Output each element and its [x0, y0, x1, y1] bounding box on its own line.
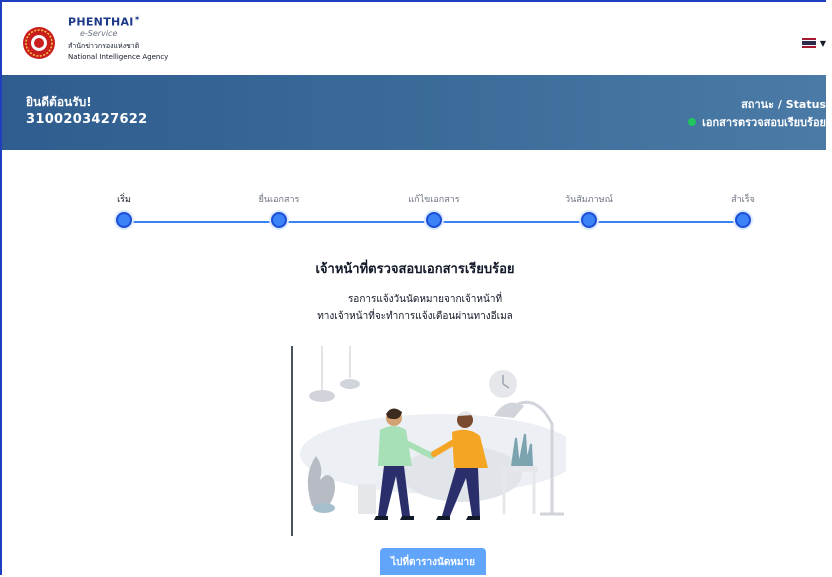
step-dot-icon	[581, 212, 597, 228]
step-dot-icon	[735, 212, 751, 228]
brand-block: PHENTHAI✶ e-Service สำนักข่าวกรองแห่งชาต…	[68, 12, 168, 63]
step-submit-documents: ยื่นเอกสาร	[234, 192, 324, 228]
language-selector[interactable]: ▼	[801, 38, 826, 49]
go-to-appointments-button[interactable]: ไปที่ตารางนัดหมาย	[380, 548, 486, 575]
welcome-banner: ยินดีต้อนรับ! 3100203427622 สถานะ / Stat…	[2, 75, 826, 150]
org-name-thai: สำนักข่าวกรองแห่งชาติ	[68, 41, 140, 50]
org-name-english: National Intelligence Agency	[68, 52, 169, 61]
step-dot-icon	[116, 212, 132, 228]
welcome-text: ยินดีต้อนรับ!	[26, 95, 92, 109]
step-label: สำเร็จ	[731, 195, 755, 205]
status-text: เอกสารตรวจสอบเรียบร้อย	[702, 116, 826, 129]
status-message-line2: ทางเจ้าหน้าที่จะทำการแจ้งเตือนผ่านทางอีเ…	[317, 311, 513, 322]
caret-down-icon: ▼	[819, 38, 826, 48]
status-value: เอกสารตรวจสอบเรียบร้อย	[688, 113, 826, 131]
step-label: วันสัมภาษณ์	[565, 195, 613, 205]
status-label: สถานะ / Status	[741, 98, 826, 111]
thai-flag-icon	[801, 38, 816, 49]
step-complete: สำเร็จ	[698, 192, 788, 228]
app-frame: PHENTHAI✶ e-Service สำนักข่าวกรองแห่งชาต…	[0, 0, 826, 575]
step-label: ยื่นเอกสาร	[258, 195, 300, 205]
step-start: เริ่ม	[79, 192, 169, 228]
step-edit-documents: แก้ไขเอกสาร	[389, 192, 479, 228]
nia-emblem-icon[interactable]	[22, 26, 56, 60]
step-label: แก้ไขเอกสาร	[408, 195, 460, 205]
handshake-illustration-icon	[291, 346, 566, 536]
progress-stepper: เริ่ม ยื่นเอกสาร แก้ไขเอกสาร วันสัมภาษณ์…	[112, 192, 755, 232]
status-dot-icon	[688, 118, 697, 126]
flag-stripe	[801, 46, 816, 49]
top-navbar: PHENTHAI✶ e-Service สำนักข่าวกรองแห่งชาต…	[2, 2, 826, 76]
step-dot-icon	[271, 212, 287, 228]
brand-subtitle: e-Service	[80, 28, 118, 38]
status-title: เจ้าหน้าที่ตรวจสอบเอกสารเรียบร้อย	[315, 262, 515, 277]
step-interview-date: วันสัมภาษณ์	[544, 192, 634, 228]
status-message-line1: รอการแจ้งวันนัดหมายจากเจ้าหน้าที่	[347, 294, 503, 305]
id-number: 3100203427622	[26, 112, 148, 127]
brand-name: PHENTHAI✶	[68, 14, 141, 29]
step-dot-icon	[426, 212, 442, 228]
step-label: เริ่ม	[117, 195, 131, 205]
